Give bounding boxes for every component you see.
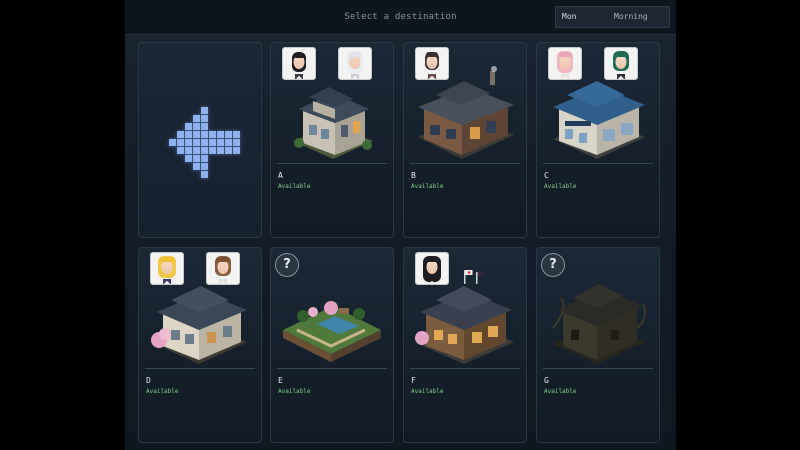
- game-screen: Select a destination Mon Morning A Avail…: [0, 0, 800, 450]
- location-name: D: [146, 376, 151, 385]
- location-card-g[interactable]: ? G Available: [536, 247, 660, 443]
- location-card-f[interactable]: F Available: [403, 247, 527, 443]
- location-status: Available: [544, 388, 577, 395]
- house-a-illustration: [293, 87, 373, 159]
- location-status: Available: [411, 183, 444, 190]
- park-e-illustration: [283, 301, 381, 362]
- destination-panel: Select a destination Mon Morning A Avail…: [125, 0, 676, 450]
- card-divider: [277, 368, 387, 369]
- back-button[interactable]: [138, 42, 262, 238]
- pixel-arrow-left-icon: [169, 107, 240, 178]
- location-name: E: [278, 376, 283, 385]
- time-indicator: Mon Morning: [555, 6, 670, 28]
- location-status: Available: [544, 183, 577, 190]
- location-card-b[interactable]: B Available: [403, 42, 527, 238]
- time-of-day-label: Morning: [614, 12, 648, 21]
- location-name: G: [544, 376, 549, 385]
- location-card-e[interactable]: ? E Available: [270, 247, 394, 443]
- location-status: Available: [278, 183, 311, 190]
- house-f-illustration: [415, 270, 514, 364]
- location-card-a[interactable]: A Available: [270, 42, 394, 238]
- house-b-illustration: [418, 66, 514, 159]
- house-c-illustration: [553, 81, 645, 159]
- location-card-c[interactable]: C Available: [536, 42, 660, 238]
- card-divider: [145, 368, 255, 369]
- house-d-illustration: [151, 286, 247, 364]
- card-divider: [277, 163, 387, 164]
- top-bar: Select a destination Mon Morning: [125, 0, 676, 35]
- day-label: Mon: [562, 12, 577, 21]
- card-divider: [543, 368, 653, 369]
- card-divider: [410, 163, 520, 164]
- location-status: Available: [411, 388, 444, 395]
- card-divider: [410, 368, 520, 369]
- ruined-house-g-illustration: [552, 284, 646, 364]
- location-card-d[interactable]: D Available: [138, 247, 262, 443]
- location-status: Available: [278, 388, 311, 395]
- card-divider: [543, 163, 653, 164]
- location-name: B: [411, 171, 416, 180]
- location-name: C: [544, 171, 549, 180]
- location-name: F: [411, 376, 416, 385]
- location-status: Available: [146, 388, 179, 395]
- location-name: A: [278, 171, 283, 180]
